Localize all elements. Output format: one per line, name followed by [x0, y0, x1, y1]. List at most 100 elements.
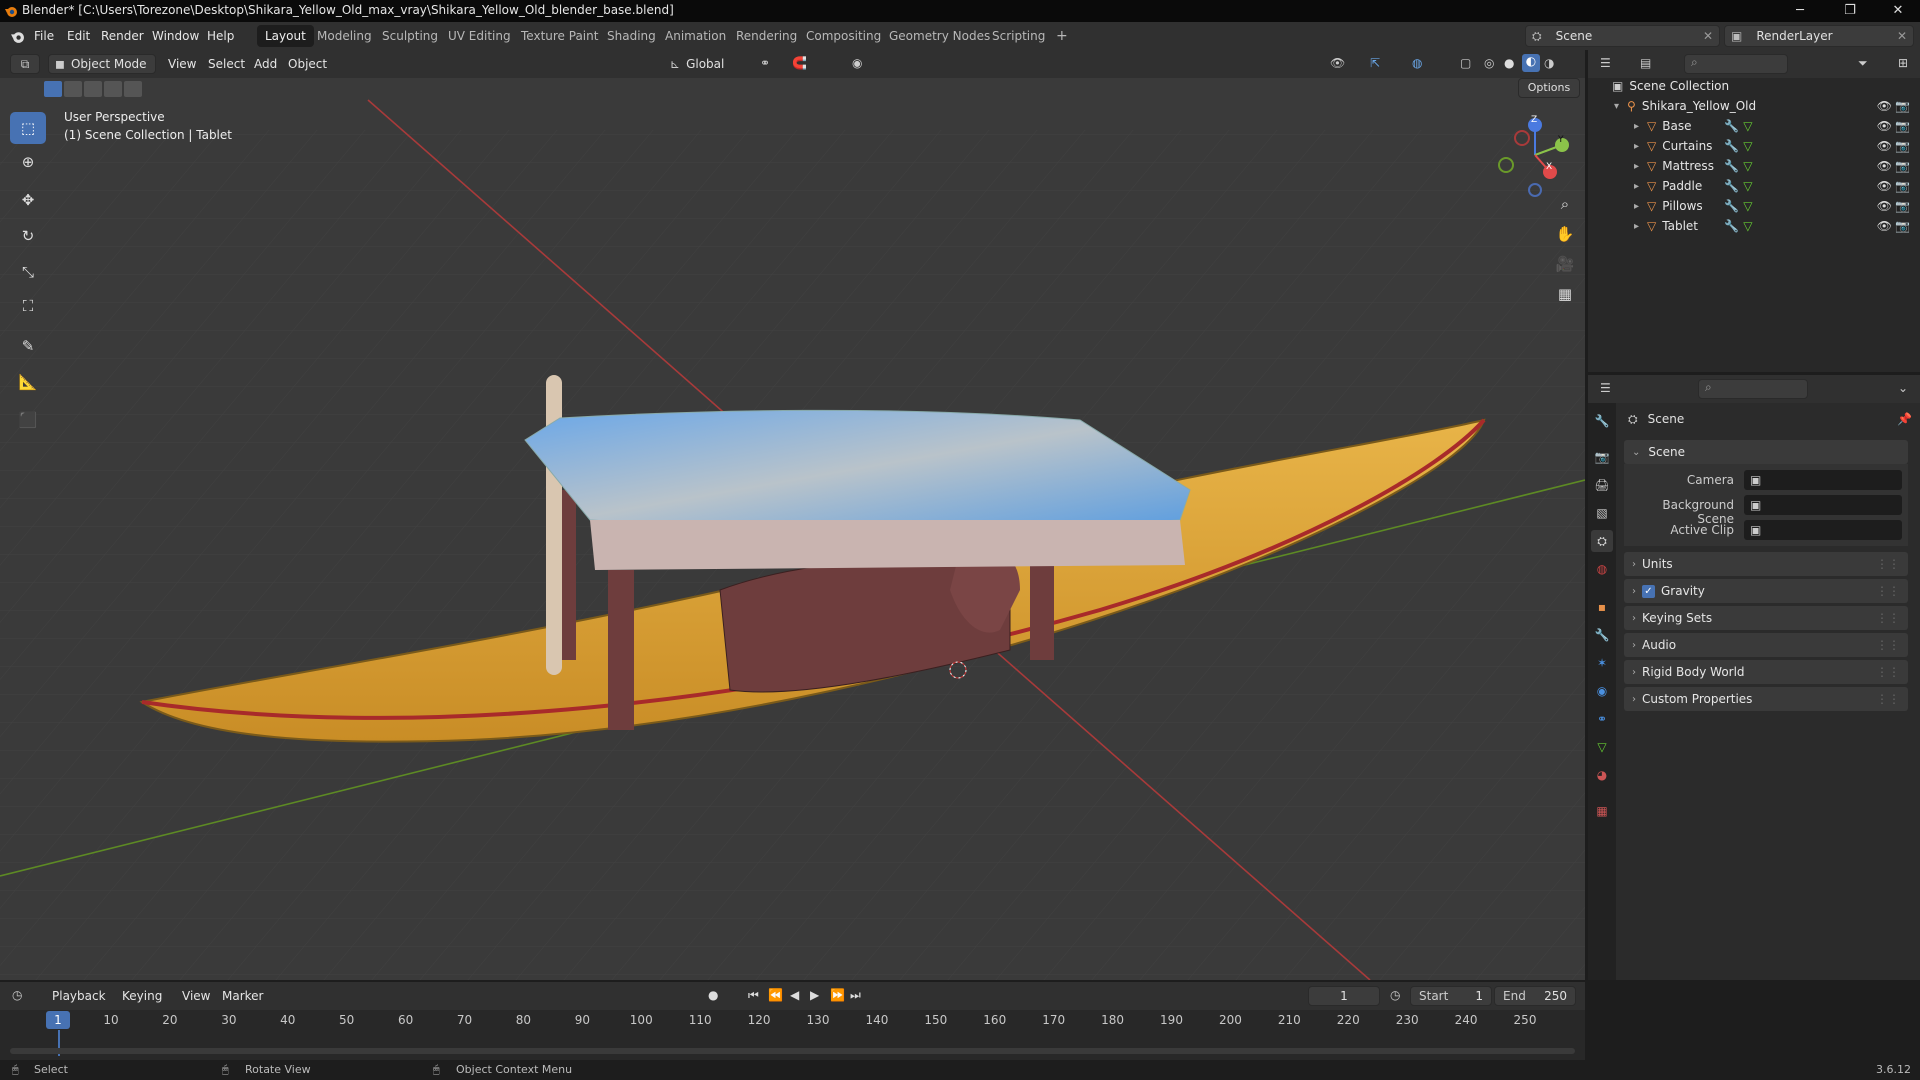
snap-icon[interactable]: 🧲 — [792, 56, 807, 70]
expand-icon[interactable]: ▾ — [1614, 101, 1619, 112]
pan-hand-icon[interactable]: ✋ — [1552, 225, 1578, 251]
menu-edit[interactable]: Edit — [67, 22, 90, 50]
tab-texture-paint[interactable]: Texture Paint — [513, 25, 606, 47]
3d-viewport[interactable]: User Perspective (1) Scene Collection | … — [0, 50, 1585, 980]
menu-timeline-view[interactable]: View — [182, 986, 210, 1006]
drag-handle-icon[interactable]: ⋮⋮ — [1876, 638, 1900, 652]
pin-context-icon[interactable]: 📌 — [1897, 412, 1912, 426]
panel-rigid-body-world[interactable]: › Rigid Body World ⋮⋮ — [1624, 660, 1908, 684]
tab-rendering[interactable]: Rendering — [728, 25, 805, 47]
scene-tab-icon[interactable]: ⛭ — [1591, 530, 1613, 552]
tab-compositing[interactable]: Compositing — [798, 25, 889, 47]
output-tab-icon[interactable]: 🖨 — [1591, 474, 1613, 496]
panel-custom-properties[interactable]: › Custom Properties ⋮⋮ — [1624, 687, 1908, 711]
tab-uv-editing[interactable]: UV Editing — [440, 25, 519, 47]
camera-toggle-icon[interactable]: 📷 — [1895, 159, 1910, 173]
eye-icon[interactable]: 👁 — [1877, 159, 1892, 173]
camera-toggle-icon[interactable]: 📷 — [1895, 199, 1910, 213]
select-intersect-icon[interactable] — [124, 81, 142, 97]
frame-ruler[interactable]: 1 10 20 30 40 50 60 70 80 90 100 110 120 130 140 150 160… — [0, 1010, 1585, 1032]
add-cube-tool[interactable]: ⬛ — [10, 404, 46, 436]
jump-start-icon[interactable]: ⏮ — [748, 988, 759, 1003]
gravity-checkbox[interactable]: ✓ — [1642, 584, 1655, 598]
scale-tool[interactable]: ⤡ — [10, 256, 46, 288]
menu-file[interactable]: File — [34, 22, 54, 50]
drag-handle-icon[interactable]: ⋮⋮ — [1876, 557, 1900, 571]
new-collection-icon[interactable]: ⊞ — [1898, 56, 1908, 70]
camera-toggle-icon[interactable]: 📷 — [1895, 179, 1910, 193]
outliner-item-curtains[interactable]: ▸ ▽ Curtains 🔧 ▽ 👁 📷 — [1588, 136, 1920, 156]
blender-menu-icon[interactable] — [10, 29, 25, 44]
camera-view-icon[interactable]: 🎥 — [1552, 255, 1578, 281]
outliner-collection[interactable]: ▾ ⚲ Shikara_Yellow_Old 👁 📷 — [1588, 96, 1920, 116]
outliner-search-input[interactable]: ⌕ — [1684, 54, 1788, 74]
tool-tab-icon[interactable]: 🔧 — [1591, 410, 1613, 432]
xray-icon[interactable]: ▢ — [1460, 56, 1471, 70]
panel-units[interactable]: › Units ⋮⋮ — [1624, 552, 1908, 576]
tab-sculpting[interactable]: Sculpting — [374, 25, 446, 47]
tab-shading[interactable]: Shading — [599, 25, 664, 47]
menu-add[interactable]: Add — [254, 54, 277, 74]
material-shading-icon[interactable]: ◐ — [1522, 54, 1540, 72]
jump-keyframe-forward-icon[interactable]: ⏩ — [830, 988, 845, 1002]
physics-tab-icon[interactable]: ◉ — [1591, 680, 1613, 702]
outliner-editor-icon[interactable]: ☰ — [1600, 56, 1611, 70]
texture-tab-icon[interactable]: ▦ — [1591, 800, 1613, 822]
tab-geometry-nodes[interactable]: Geometry Nodes — [881, 25, 998, 47]
rotate-tool[interactable]: ↻ — [10, 220, 46, 252]
eye-icon[interactable]: 👁 — [1877, 199, 1892, 213]
expand-icon[interactable]: ▸ — [1634, 161, 1639, 172]
camera-toggle-icon[interactable]: 📷 — [1895, 139, 1910, 153]
current-frame-field[interactable]: 1 — [1308, 986, 1380, 1006]
data-tab-icon[interactable]: ▽ — [1591, 736, 1613, 758]
maximize-button[interactable]: ❐ — [1830, 2, 1870, 20]
properties-options-icon[interactable]: ⌄ — [1898, 381, 1908, 395]
menu-playback[interactable]: Playback — [52, 986, 106, 1006]
pivot-icon[interactable]: ⚭ — [760, 56, 770, 70]
display-mode-icon[interactable]: ▤ — [1640, 56, 1651, 70]
eye-icon[interactable]: 👁 — [1877, 99, 1892, 113]
object-tab-icon[interactable]: ▪ — [1591, 596, 1613, 618]
expand-icon[interactable]: ▸ — [1634, 141, 1639, 152]
cursor-tool[interactable]: ⊕ — [10, 146, 46, 178]
camera-toggle-icon[interactable]: 📷 — [1895, 219, 1910, 233]
particles-tab-icon[interactable]: ✶ — [1591, 652, 1613, 674]
panel-audio[interactable]: › Audio ⋮⋮ — [1624, 633, 1908, 657]
pin-icon[interactable]: ✕ — [1703, 29, 1713, 43]
overlay-icon[interactable]: ◍ — [1412, 56, 1422, 70]
menu-render[interactable]: Render — [101, 22, 144, 50]
close-button[interactable]: ✕ — [1878, 2, 1918, 20]
render-tab-icon[interactable]: 📷 — [1591, 446, 1613, 468]
outliner-item-mattress[interactable]: ▸ ▽ Mattress 🔧 ▽ 👁 📷 — [1588, 156, 1920, 176]
solid-shading-icon[interactable]: ● — [1504, 56, 1514, 70]
camera-toggle-icon[interactable]: 📷 — [1895, 99, 1910, 113]
transform-orientation[interactable]: ⊾ Global — [670, 54, 746, 74]
end-frame-field[interactable]: End 250 — [1494, 986, 1576, 1006]
menu-object[interactable]: Object — [288, 54, 327, 74]
menu-help[interactable]: Help — [207, 22, 234, 50]
scene-selector[interactable]: ⛭ Scene ✕ — [1525, 25, 1720, 47]
proportional-icon[interactable]: ◉ — [852, 56, 862, 70]
add-workspace-button[interactable]: + — [1048, 25, 1076, 47]
measure-tool[interactable]: 📐 — [10, 366, 46, 398]
expand-icon[interactable]: ▸ — [1634, 121, 1639, 132]
menu-view[interactable]: View — [168, 54, 196, 74]
minimize-button[interactable]: ─ — [1780, 2, 1820, 20]
record-icon[interactable]: ● — [708, 988, 718, 1002]
expand-icon[interactable]: ▸ — [1634, 221, 1639, 232]
eye-icon[interactable]: 👁 — [1877, 219, 1892, 233]
play-icon[interactable]: ▶ — [810, 988, 819, 1002]
drag-handle-icon[interactable]: ⋮⋮ — [1876, 584, 1900, 598]
mode-selector[interactable]: ◼ Object Mode — [48, 54, 156, 74]
panel-keying-sets[interactable]: › Keying Sets ⋮⋮ — [1624, 606, 1908, 630]
transform-tool[interactable]: ⛶ — [10, 290, 46, 322]
start-frame-field[interactable]: Start 1 — [1410, 986, 1492, 1006]
gizmo-toggle-icon[interactable]: ⇱ — [1370, 56, 1380, 70]
editor-type-icon[interactable]: ⧉ — [10, 54, 40, 74]
select-box-tool[interactable]: ⬚ — [10, 112, 46, 144]
select-subtract-icon[interactable] — [84, 81, 102, 97]
rendered-shading-icon[interactable]: ◑ — [1544, 56, 1554, 70]
play-reverse-icon[interactable]: ◀ — [790, 988, 799, 1002]
eye-icon[interactable]: 👁 — [1877, 179, 1892, 193]
drag-handle-icon[interactable]: ⋮⋮ — [1876, 692, 1900, 706]
